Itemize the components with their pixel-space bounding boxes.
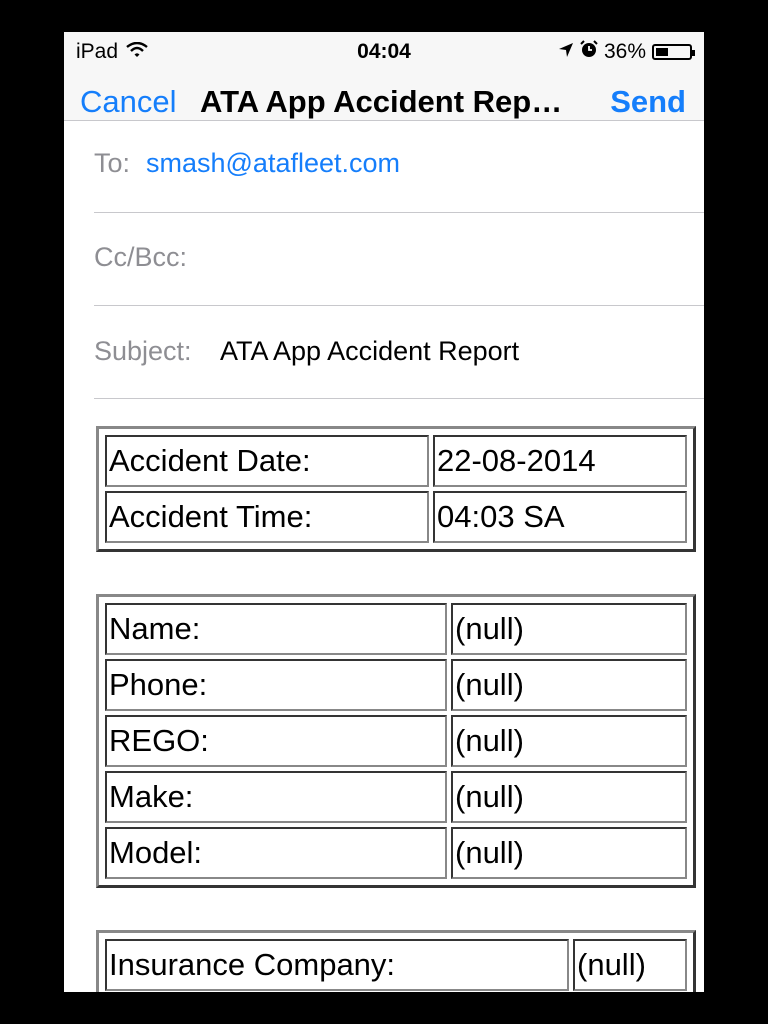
- table-row: Name: (null): [105, 603, 687, 655]
- insurance-company-label: Insurance Company:: [105, 939, 569, 991]
- mail-compose-screen: iPad 04:04 36% Cancel ATA App Accident R…: [64, 32, 704, 992]
- cc-bcc-label: Cc/Bcc:: [94, 242, 188, 272]
- driver-vehicle-table: Name: (null) Phone: (null) REGO: (null) …: [96, 594, 696, 888]
- accident-time-value: 04:03 SA: [433, 491, 687, 543]
- table-row: REGO: (null): [105, 715, 687, 767]
- phone-label: Phone:: [105, 659, 447, 711]
- battery-tip: [692, 50, 695, 56]
- name-value: (null): [451, 603, 687, 655]
- table-row: Accident Time: 04:03 SA: [105, 491, 687, 543]
- cancel-button[interactable]: Cancel: [80, 84, 177, 120]
- accident-table: Accident Date: 22-08-2014 Accident Time:…: [96, 426, 696, 552]
- make-label: Make:: [105, 771, 447, 823]
- model-value: (null): [451, 827, 687, 879]
- subject-value[interactable]: ATA App Accident Report: [220, 336, 519, 367]
- model-label: Model:: [105, 827, 447, 879]
- subject-field-row[interactable]: Subject: ATA App Accident Report: [94, 306, 704, 399]
- table-row: Phone: (null): [105, 659, 687, 711]
- table-row: Make: (null): [105, 771, 687, 823]
- cc-bcc-field-row[interactable]: Cc/Bcc:: [94, 213, 704, 306]
- rego-label: REGO:: [105, 715, 447, 767]
- insurance-table: Insurance Company: (null): [96, 930, 696, 992]
- to-label: To:: [94, 148, 131, 178]
- name-label: Name:: [105, 603, 447, 655]
- battery-fill: [656, 48, 668, 56]
- subject-label: Subject:: [94, 336, 192, 366]
- send-button[interactable]: Send: [610, 84, 686, 120]
- compose-title: ATA App Accident Rep…: [200, 84, 563, 119]
- compose-nav-bar: Cancel ATA App Accident Rep… Send: [64, 60, 704, 121]
- phone-value: (null): [451, 659, 687, 711]
- accident-date-value: 22-08-2014: [433, 435, 687, 487]
- to-field-row[interactable]: To: smash@atafleet.com: [94, 120, 704, 213]
- table-row: Insurance Company: (null): [105, 939, 687, 991]
- to-recipient[interactable]: smash@atafleet.com: [146, 148, 400, 179]
- battery-icon: [652, 44, 695, 60]
- accident-time-label: Accident Time:: [105, 491, 429, 543]
- accident-date-label: Accident Date:: [105, 435, 429, 487]
- rego-value: (null): [451, 715, 687, 767]
- insurance-company-value: (null): [573, 939, 687, 991]
- make-value: (null): [451, 771, 687, 823]
- table-row: Accident Date: 22-08-2014: [105, 435, 687, 487]
- table-row: Model: (null): [105, 827, 687, 879]
